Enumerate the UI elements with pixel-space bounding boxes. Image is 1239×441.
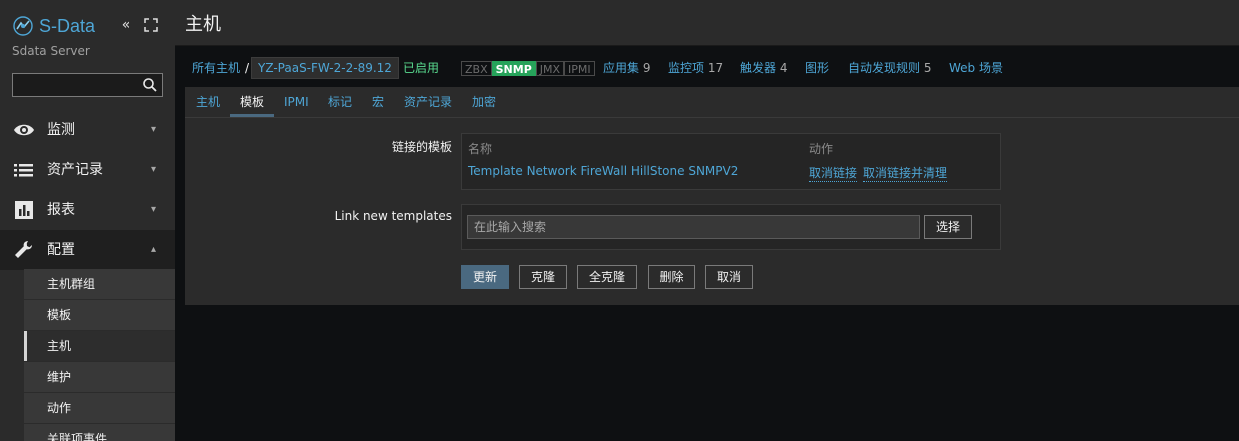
link-new-templates-label: Link new templates	[334, 209, 452, 223]
sidebar: S-Data « Sdata Server 监测 ▾ 资产记录 ▾ 报表 ▾ 配…	[0, 0, 175, 441]
host-tabs: 主机 模板 IPMI 标记 宏 资产记录 加密	[185, 87, 1239, 118]
tab-templates[interactable]: 模板	[240, 87, 264, 117]
breadcrumb-count: 5	[923, 61, 932, 75]
menu-label: 资产记录	[47, 162, 103, 178]
collapse-sidebar-icon[interactable]: «	[117, 16, 135, 34]
empty-area	[185, 305, 1239, 441]
availability-ipmi: IPMI	[564, 61, 595, 76]
submenu-label: 模板	[47, 308, 72, 322]
menu-item-reports[interactable]: 报表 ▾	[0, 190, 175, 230]
chevron-down-icon: ▾	[151, 164, 157, 175]
breadcrumb-link-label: 自动发现规则	[848, 61, 921, 75]
chevron-up-icon: ▴	[151, 244, 157, 255]
menu-label: 报表	[47, 202, 75, 218]
server-name: Sdata Server	[12, 44, 90, 58]
submenu-hosts[interactable]: 主机	[24, 331, 175, 362]
tab-ipmi[interactable]: IPMI	[284, 87, 309, 117]
column-header-action: 动作	[809, 142, 834, 156]
submenu-label: 关联项事件	[47, 432, 108, 441]
breadcrumb-host-name[interactable]: YZ-PaaS-FW-2-2-89.12	[251, 57, 399, 79]
menu-label: 配置	[47, 242, 75, 258]
menu-item-configuration[interactable]: 配置 ▴	[0, 230, 175, 270]
host-breadcrumb: 所有主机 / YZ-PaaS-FW-2-2-89.12 已启用 ZBX SNMP…	[185, 50, 1239, 86]
unlink-button[interactable]: 取消链接	[809, 164, 858, 182]
chevron-down-icon: ▾	[151, 124, 157, 135]
unlink-and-clear-button[interactable]: 取消链接并清理	[863, 164, 948, 182]
breadcrumb-count: 4	[779, 61, 788, 75]
breadcrumb-link-label: 触发器	[740, 61, 777, 75]
select-templates-button[interactable]: 选择	[924, 215, 972, 239]
templates-form: 链接的模板 名称 动作 Template Network FireWall Hi…	[185, 118, 1239, 305]
submenu-host-groups[interactable]: 主机群组	[24, 269, 175, 300]
host-status[interactable]: 已启用	[403, 50, 439, 86]
wrench-icon	[15, 241, 32, 258]
brand-name: S-Data	[39, 16, 96, 36]
tab-tags[interactable]: 标记	[328, 87, 352, 117]
full-clone-button[interactable]: 全克隆	[577, 265, 637, 289]
tab-macros[interactable]: 宏	[372, 87, 384, 117]
tab-encryption[interactable]: 加密	[472, 87, 496, 117]
logo-row: S-Data «	[12, 14, 172, 38]
chevron-down-icon: ▾	[151, 204, 157, 215]
availability-snmp: SNMP	[491, 61, 536, 76]
submenu-label: 动作	[47, 401, 72, 415]
breadcrumb-all-hosts[interactable]: 所有主机	[192, 50, 240, 86]
breadcrumb-link-label: 监控项	[668, 61, 705, 75]
configuration-submenu: 主机群组 模板 主机 维护 动作 关联项事件	[24, 269, 175, 441]
submenu-label: 主机群组	[47, 277, 96, 291]
update-button[interactable]: 更新	[461, 265, 509, 289]
submenu-templates[interactable]: 模板	[24, 300, 175, 331]
breadcrumb-count: 9	[642, 61, 651, 75]
logo-icon	[13, 16, 33, 36]
linked-templates-label: 链接的模板	[391, 140, 452, 154]
submenu-event-correlation[interactable]: 关联项事件	[24, 424, 175, 441]
link-new-templates-box: 在此输入搜索 选择	[461, 204, 1001, 250]
app-root: S-Data « Sdata Server 监测 ▾ 资产记录 ▾ 报表 ▾ 配…	[0, 0, 1239, 441]
submenu-maintenance[interactable]: 维护	[24, 362, 175, 393]
linked-templates-table: 名称 动作 Template Network FireWall HillSton…	[461, 133, 1001, 190]
breadcrumb-count: 17	[707, 61, 724, 75]
sidebar-search-input[interactable]	[12, 73, 163, 97]
menu-item-monitoring[interactable]: 监测 ▾	[0, 110, 175, 150]
delete-button[interactable]: 删除	[648, 265, 695, 289]
breadcrumb-discovery-rules[interactable]: 自动发现规则 5	[848, 50, 931, 86]
bar-chart-icon	[15, 201, 33, 219]
breadcrumb-web-scenarios[interactable]: Web 场景	[949, 50, 1003, 86]
breadcrumb-applications[interactable]: 应用集 9	[603, 50, 650, 86]
breadcrumb-triggers[interactable]: 触发器 4	[740, 50, 787, 86]
menu-item-inventory[interactable]: 资产记录 ▾	[0, 150, 175, 190]
tab-host[interactable]: 主机	[196, 87, 220, 117]
menu-label: 监测	[47, 122, 75, 138]
main-menu: 监测 ▾ 资产记录 ▾ 报表 ▾ 配置 ▴	[0, 110, 175, 270]
page-title: 主机	[185, 14, 221, 35]
breadcrumb-graphs[interactable]: 图形	[805, 50, 829, 86]
submenu-actions[interactable]: 动作	[24, 393, 175, 424]
list-icon	[14, 164, 33, 177]
search-icon[interactable]	[142, 77, 158, 93]
cancel-button[interactable]: 取消	[705, 265, 753, 289]
kiosk-mode-icon[interactable]	[142, 16, 160, 34]
submenu-label: 维护	[47, 370, 72, 384]
linked-template-name[interactable]: Template Network FireWall HillStone SNMP…	[468, 164, 738, 178]
column-header-name: 名称	[468, 142, 493, 156]
clone-button[interactable]: 克隆	[519, 265, 567, 289]
eye-icon	[14, 124, 34, 136]
active-tab-indicator	[230, 114, 274, 117]
availability-zbx: ZBX	[461, 61, 492, 76]
availability-jmx: JMX	[535, 61, 565, 76]
breadcrumb-separator: /	[245, 61, 250, 75]
template-search-input[interactable]: 在此输入搜索	[467, 215, 920, 239]
main-content: 主机 所有主机 / YZ-PaaS-FW-2-2-89.12 已启用 ZBX S…	[175, 0, 1239, 441]
tab-inventory[interactable]: 资产记录	[404, 87, 452, 117]
submenu-label: 主机	[47, 339, 72, 353]
breadcrumb-items[interactable]: 监控项 17	[668, 50, 723, 86]
availability-indicators: ZBX SNMP JMX IPMI	[461, 61, 595, 76]
breadcrumb-link-label: 应用集	[603, 61, 640, 75]
page-header: 主机	[175, 0, 1239, 46]
